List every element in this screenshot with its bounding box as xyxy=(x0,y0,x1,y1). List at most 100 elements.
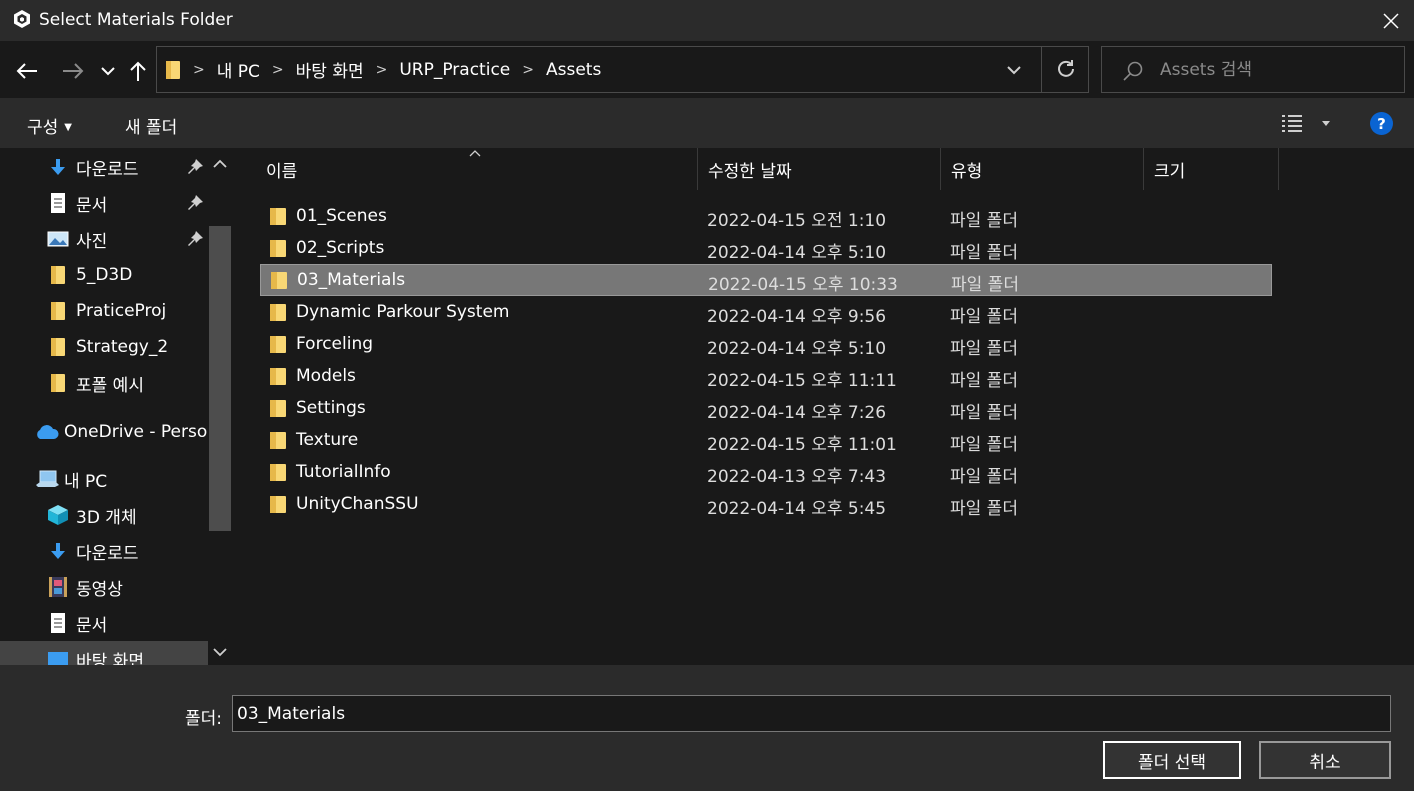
dialog-footer: 폴더: 폴더 선택 취소 xyxy=(0,665,1414,791)
file-row[interactable]: Models 2022-04-15 오후 11:11 파일 폴더 xyxy=(260,361,1272,393)
file-row[interactable]: UnityChanSSU 2022-04-14 오후 5:45 파일 폴더 xyxy=(260,489,1272,521)
sidebar-scrollbar[interactable] xyxy=(208,148,233,665)
pin-icon xyxy=(188,159,203,174)
sidebar-item-desktop[interactable]: 바탕 화면 xyxy=(0,641,208,665)
column-header-name[interactable]: 이름 xyxy=(256,148,698,190)
search-icon xyxy=(1123,61,1143,81)
column-header-modified[interactable]: 수정한 날짜 xyxy=(698,148,941,190)
caret-down-icon xyxy=(1322,121,1330,126)
back-button[interactable] xyxy=(15,59,39,83)
sidebar-item-pictures-pinned[interactable]: 사진 xyxy=(0,221,208,257)
organize-label: 구성 xyxy=(27,118,59,138)
file-row-selected[interactable]: 03_Materials 2022-04-15 오후 10:33 파일 폴더 xyxy=(260,264,1272,296)
file-row[interactable]: 02_Scripts 2022-04-14 오후 5:10 파일 폴더 xyxy=(260,233,1272,265)
refresh-icon xyxy=(1058,60,1074,77)
folder-name-input[interactable] xyxy=(232,695,1391,732)
forward-button[interactable] xyxy=(61,59,85,83)
sidebar-item-downloads-pinned[interactable]: 다운로드 xyxy=(0,149,208,185)
sidebar-item-onedrive[interactable]: OneDrive - Persor xyxy=(0,414,214,450)
column-header-type[interactable]: 유형 xyxy=(941,148,1144,190)
sidebar-item-this-pc[interactable]: 내 PC xyxy=(0,461,208,497)
breadcrumb-separator-icon: > xyxy=(375,61,388,78)
sidebar-item-documents[interactable]: 문서 xyxy=(0,605,208,641)
search-box[interactable] xyxy=(1101,46,1405,93)
file-name: 03_Materials xyxy=(297,270,406,290)
file-name: 02_Scripts xyxy=(296,238,385,258)
folder-field-label: 폴더: xyxy=(185,709,223,729)
videos-icon xyxy=(47,576,69,598)
document-icon xyxy=(47,192,69,214)
sidebar-item-label: 5_D3D xyxy=(76,265,133,285)
file-modified: 2022-04-14 오후 5:10 xyxy=(707,339,887,359)
details-view-icon xyxy=(1282,115,1302,132)
sidebar-item-3d-objects[interactable]: 3D 개체 xyxy=(0,497,208,533)
column-header-size[interactable]: 크기 xyxy=(1144,148,1279,190)
folder-icon xyxy=(270,432,286,449)
sidebar-item-label: Strategy_2 xyxy=(76,337,169,357)
file-modified: 2022-04-14 오후 9:56 xyxy=(707,307,887,327)
up-button[interactable] xyxy=(126,59,150,83)
breadcrumb-item-desktop[interactable]: 바탕 화면 xyxy=(296,57,364,82)
refresh-button[interactable] xyxy=(1054,57,1078,81)
search-input[interactable] xyxy=(1160,47,1400,92)
file-name: Texture xyxy=(296,430,359,450)
select-folder-button[interactable]: 폴더 선택 xyxy=(1103,741,1241,779)
breadcrumb-separator-icon: > xyxy=(193,61,205,78)
file-name: Dynamic Parkour System xyxy=(296,302,510,322)
file-type: 파일 폴더 xyxy=(950,307,1018,327)
help-button[interactable]: ? xyxy=(1370,112,1393,135)
scroll-down-icon[interactable] xyxy=(212,645,228,659)
file-type: 파일 폴더 xyxy=(950,339,1018,359)
file-list: 이름 수정한 날짜 유형 크기 01_Scenes 2022-04-15 오전 … xyxy=(233,148,1414,665)
cancel-button[interactable]: 취소 xyxy=(1259,741,1391,779)
breadcrumb-item-this-pc[interactable]: 내 PC xyxy=(217,57,260,82)
folder-icon xyxy=(270,304,286,321)
pin-icon xyxy=(188,231,203,246)
sidebar-item-documents-pinned[interactable]: 문서 xyxy=(0,185,208,221)
sidebar-item-videos[interactable]: 동영상 xyxy=(0,569,208,605)
sidebar-item-downloads[interactable]: 다운로드 xyxy=(0,533,208,569)
scrollbar-thumb[interactable] xyxy=(209,226,231,531)
change-view-button[interactable] xyxy=(1280,111,1332,135)
organize-menu-button[interactable]: 구성 ▼ xyxy=(27,113,72,138)
title-bar: Select Materials Folder xyxy=(0,0,1414,41)
file-row[interactable]: Settings 2022-04-14 오후 7:26 파일 폴더 xyxy=(260,393,1272,425)
sidebar-item-praticeproj[interactable]: PraticeProj xyxy=(0,293,208,329)
file-modified: 2022-04-15 오전 1:10 xyxy=(707,211,887,231)
sidebar-item-portfolio-examples[interactable]: 포폴 예시 xyxy=(0,365,208,401)
column-header-label: 수정한 날짜 xyxy=(708,161,792,182)
sidebar-item-5-d3d[interactable]: 5_D3D xyxy=(0,257,208,293)
3d-objects-icon xyxy=(47,504,69,526)
breadcrumb-item-urp-practice[interactable]: URP_Practice xyxy=(399,60,510,80)
file-modified: 2022-04-14 오후 5:10 xyxy=(707,243,887,263)
file-row[interactable]: Forceling 2022-04-14 오후 5:10 파일 폴더 xyxy=(260,329,1272,361)
chevron-down-icon xyxy=(101,67,115,76)
file-row[interactable]: Dynamic Parkour System 2022-04-14 오후 9:5… xyxy=(260,297,1272,329)
file-modified: 2022-04-15 오후 11:11 xyxy=(707,371,897,391)
folder-icon xyxy=(270,464,286,481)
file-row[interactable]: 01_Scenes 2022-04-15 오전 1:10 파일 폴더 xyxy=(260,201,1272,233)
this-pc-icon xyxy=(34,468,60,490)
column-header-label: 유형 xyxy=(951,161,983,182)
sidebar-item-label: 다운로드 xyxy=(76,543,139,564)
recent-locations-button[interactable] xyxy=(96,59,120,83)
sidebar-item-strategy-2[interactable]: Strategy_2 xyxy=(0,329,208,365)
file-name: 01_Scenes xyxy=(296,206,387,226)
file-modified: 2022-04-14 오후 7:26 xyxy=(707,403,887,423)
file-modified: 2022-04-15 오후 10:33 xyxy=(708,275,898,295)
divider xyxy=(1041,47,1042,92)
command-toolbar: 구성 ▼ 새 폴더 xyxy=(0,98,1414,148)
address-history-button[interactable] xyxy=(1002,59,1026,81)
breadcrumb-item-assets[interactable]: Assets xyxy=(546,60,601,80)
new-folder-button[interactable]: 새 폴더 xyxy=(125,113,177,138)
file-type: 파일 폴더 xyxy=(950,243,1018,263)
file-modified: 2022-04-14 오후 5:45 xyxy=(707,499,887,519)
close-button[interactable] xyxy=(1368,0,1414,41)
folder-icon xyxy=(47,300,69,322)
address-bar[interactable]: > 내 PC > 바탕 화면 > URP_Practice > Assets xyxy=(156,46,1089,93)
download-arrow-icon xyxy=(47,540,69,562)
scroll-up-icon[interactable] xyxy=(212,157,228,171)
file-row[interactable]: TutorialInfo 2022-04-13 오후 7:43 파일 폴더 xyxy=(260,457,1272,489)
column-header-label: 이름 xyxy=(266,161,298,182)
file-row[interactable]: Texture 2022-04-15 오후 11:01 파일 폴더 xyxy=(260,425,1272,457)
